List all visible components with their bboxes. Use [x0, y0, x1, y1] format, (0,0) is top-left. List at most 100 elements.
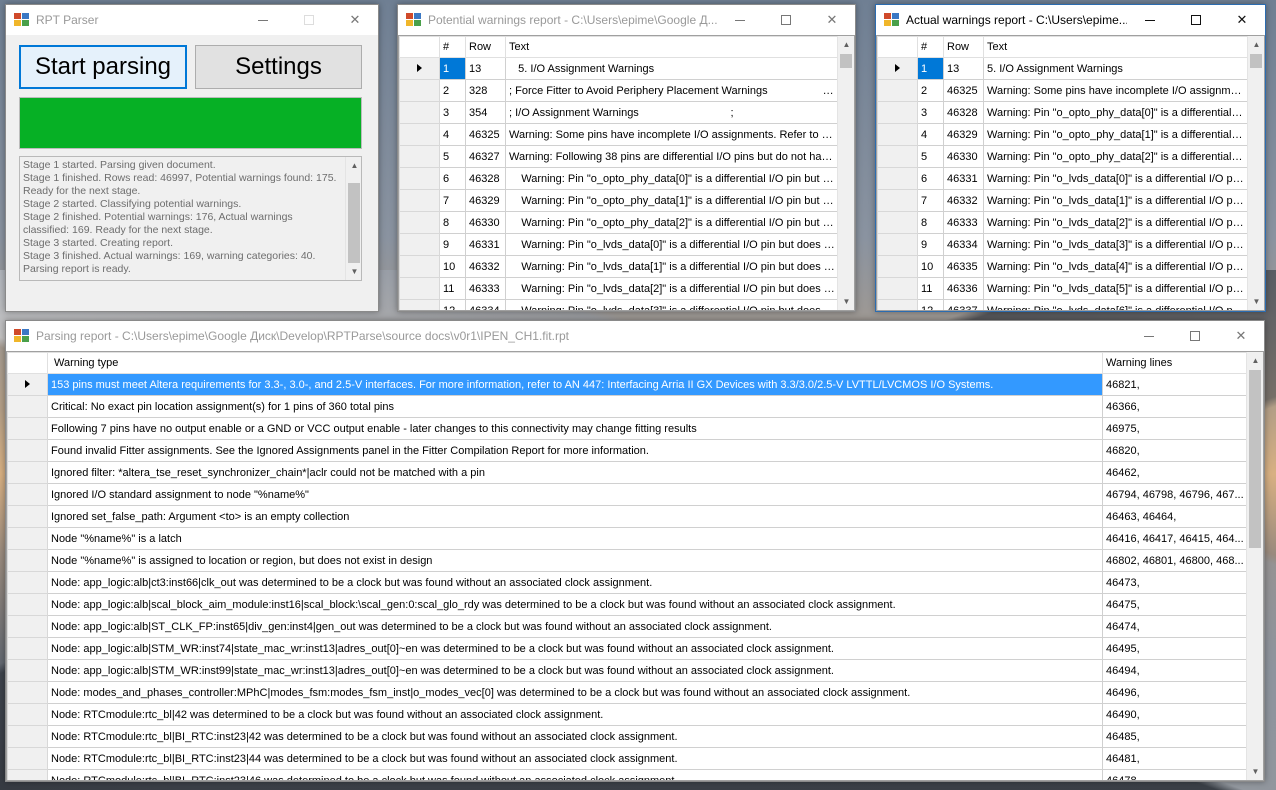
text-cell[interactable]: 5. I/O Assignment Warnings [505, 57, 839, 80]
minimize-button[interactable] [1126, 321, 1172, 351]
table-row[interactable]: 6 46328 Warning: Pin "o_opto_phy_data[0]"… [399, 167, 839, 190]
row-header[interactable] [7, 461, 48, 484]
row-header[interactable] [7, 703, 48, 726]
row-header[interactable] [7, 439, 48, 462]
maximize-button[interactable] [1172, 321, 1218, 351]
row-header[interactable] [877, 277, 918, 300]
table-row[interactable]: 4 46329 Warning: Pin "o_opto_phy_data[1]" … [877, 123, 1249, 146]
row-header[interactable] [7, 505, 48, 528]
warning-lines-cell[interactable]: 46416, 46417, 46415, 464... [1102, 527, 1248, 550]
table-row[interactable]: 9 46334 Warning: Pin "o_lvds_data[3]" is a… [877, 233, 1249, 256]
row-header[interactable] [7, 373, 48, 396]
row-header[interactable] [399, 211, 440, 234]
table-row[interactable]: Node: RTCmodule:rtc_bl|BI_RTC:inst23|46 … [7, 769, 1248, 780]
warning-lines-cell[interactable]: 46475, [1102, 593, 1248, 616]
index-cell[interactable]: 8 [917, 211, 944, 234]
row-header[interactable] [7, 395, 48, 418]
warning-type-cell[interactable]: Node: RTCmodule:rtc_bl|BI_RTC:inst23|44 … [47, 747, 1103, 770]
table-row[interactable]: 7 46332 Warning: Pin "o_lvds_data[1]" is a… [877, 189, 1249, 212]
text-cell[interactable]: Warning: Pin "o_lvds_data[5]" is a diffe… [983, 277, 1249, 300]
index-cell[interactable]: 2 [439, 79, 466, 102]
row-cell[interactable]: 46330 [943, 145, 984, 168]
column-header[interactable]: Warning lines [1102, 352, 1248, 374]
text-cell[interactable]: Warning: Pin "o_lvds_data[0]" is a diffe… [983, 167, 1249, 190]
index-cell[interactable]: 10 [439, 255, 466, 278]
warning-type-cell[interactable]: Node: app_logic:alb|STM_WR:inst74|state_… [47, 637, 1103, 660]
row-cell[interactable]: 13 [465, 57, 506, 80]
table-row[interactable]: 5 46330 Warning: Pin "o_opto_phy_data[2]" … [877, 145, 1249, 168]
row-header[interactable] [399, 167, 440, 190]
warning-lines-cell[interactable]: 46820, [1102, 439, 1248, 462]
table-row[interactable]: 153 pins must meet Altera requirements f… [7, 373, 1248, 396]
warning-lines-cell[interactable]: 46473, [1102, 571, 1248, 594]
index-cell[interactable]: 12 [439, 299, 466, 310]
row-header[interactable] [399, 277, 440, 300]
index-cell[interactable]: 7 [917, 189, 944, 212]
column-header[interactable]: Text [983, 36, 1249, 58]
table-row[interactable]: 10 46332 Warning: Pin "o_lvds_data[1]" is… [399, 255, 839, 278]
index-cell[interactable]: 9 [917, 233, 944, 256]
table-row[interactable]: 3 46328 Warning: Pin "o_opto_phy_data[0]" … [877, 101, 1249, 124]
row-header[interactable] [7, 659, 48, 682]
warning-type-cell[interactable]: Ignored filter: *altera_tse_reset_synchr… [47, 461, 1103, 484]
row-cell[interactable]: 46328 [943, 101, 984, 124]
table-row[interactable]: 9 46331 Warning: Pin "o_lvds_data[0]" is … [399, 233, 839, 256]
text-cell[interactable]: Warning: Pin "o_opto_phy_data[2]" is a d… [505, 211, 839, 234]
table-row[interactable]: Node "%name%" is assigned to location or… [7, 549, 1248, 572]
warning-lines-cell[interactable]: 46821, [1102, 373, 1248, 396]
row-header[interactable] [877, 101, 918, 124]
text-cell[interactable]: Warning: Pin "o_lvds_data[2]" is a diffe… [983, 211, 1249, 234]
scroll-down-icon[interactable]: ▼ [1248, 293, 1264, 310]
row-cell[interactable]: 46331 [465, 233, 506, 256]
title-bar[interactable]: Parsing report - C:\Users\epime\Google Д… [6, 321, 1264, 351]
index-cell[interactable]: 10 [917, 255, 944, 278]
scroll-thumb[interactable] [1250, 54, 1262, 68]
text-cell[interactable]: Warning: Pin "o_opto_phy_data[1]" is a d… [983, 123, 1249, 146]
index-cell[interactable]: 3 [439, 101, 466, 124]
text-cell[interactable]: Warning: Pin "o_lvds_data[4]" is a diffe… [983, 255, 1249, 278]
text-cell[interactable]: Warning: Some pins have incomplete I/O a… [505, 123, 839, 146]
text-cell[interactable]: ; Force Fitter to Avoid Periphery Placem… [505, 79, 839, 102]
row-header[interactable] [877, 79, 918, 102]
row-cell[interactable]: 354 [465, 101, 506, 124]
row-header[interactable] [399, 79, 440, 102]
column-header[interactable]: # [439, 36, 466, 58]
log-scrollbar[interactable]: ▲ ▼ [345, 157, 361, 280]
table-row[interactable]: 8 46333 Warning: Pin "o_lvds_data[2]" is a… [877, 211, 1249, 234]
row-header[interactable] [399, 233, 440, 256]
table-row[interactable]: 11 46336 Warning: Pin "o_lvds_data[5]" is … [877, 277, 1249, 300]
table-row[interactable]: Node "%name%" is a latch 46416, 46417, 46… [7, 527, 1248, 550]
scroll-down-icon[interactable]: ▼ [838, 293, 854, 310]
index-cell[interactable]: 1 [917, 57, 944, 80]
row-cell[interactable]: 328 [465, 79, 506, 102]
row-header[interactable] [877, 233, 918, 256]
index-cell[interactable]: 4 [439, 123, 466, 146]
row-header[interactable] [7, 571, 48, 594]
index-cell[interactable]: 2 [917, 79, 944, 102]
warning-type-cell[interactable]: Node: RTCmodule:rtc_bl|42 was determined… [47, 703, 1103, 726]
table-row[interactable]: Node: app_logic:alb|STM_WR:inst99|state_… [7, 659, 1248, 682]
warning-lines-cell[interactable]: 46490, [1102, 703, 1248, 726]
warning-lines-cell[interactable]: 46463, 46464, [1102, 505, 1248, 528]
scroll-thumb[interactable] [840, 54, 852, 68]
row-header[interactable] [877, 189, 918, 212]
index-cell[interactable]: 12 [917, 299, 944, 310]
text-cell[interactable]: Warning: Pin "o_lvds_data[6]" is a diffe… [983, 299, 1249, 310]
warning-type-cell[interactable]: Ignored I/O standard assignment to node … [47, 483, 1103, 506]
row-cell[interactable]: 46334 [943, 233, 984, 256]
table-row[interactable]: 12 46337 Warning: Pin "o_lvds_data[6]" is … [877, 299, 1249, 310]
row-cell[interactable]: 46333 [465, 277, 506, 300]
text-cell[interactable]: Warning: Pin "o_opto_phy_data[1]" is a d… [505, 189, 839, 212]
row-cell[interactable]: 46328 [465, 167, 506, 190]
table-row[interactable]: Node: modes_and_phases_controller:MPhC|m… [7, 681, 1248, 704]
table-row[interactable]: Node: RTCmodule:rtc_bl|BI_RTC:inst23|42 … [7, 725, 1248, 748]
table-row[interactable]: 1 13 5. I/O Assignment Warnings [877, 57, 1249, 80]
warning-type-cell[interactable]: Node: RTCmodule:rtc_bl|BI_RTC:inst23|46 … [47, 769, 1103, 780]
warning-lines-cell[interactable]: 46495, [1102, 637, 1248, 660]
row-cell[interactable]: 46331 [943, 167, 984, 190]
row-header[interactable] [877, 255, 918, 278]
index-cell[interactable]: 5 [439, 145, 466, 168]
warning-lines-cell[interactable]: 46485, [1102, 725, 1248, 748]
scroll-down-icon[interactable]: ▼ [1247, 763, 1263, 780]
warning-type-cell[interactable]: Node: app_logic:alb|ST_CLK_FP:inst65|div… [47, 615, 1103, 638]
